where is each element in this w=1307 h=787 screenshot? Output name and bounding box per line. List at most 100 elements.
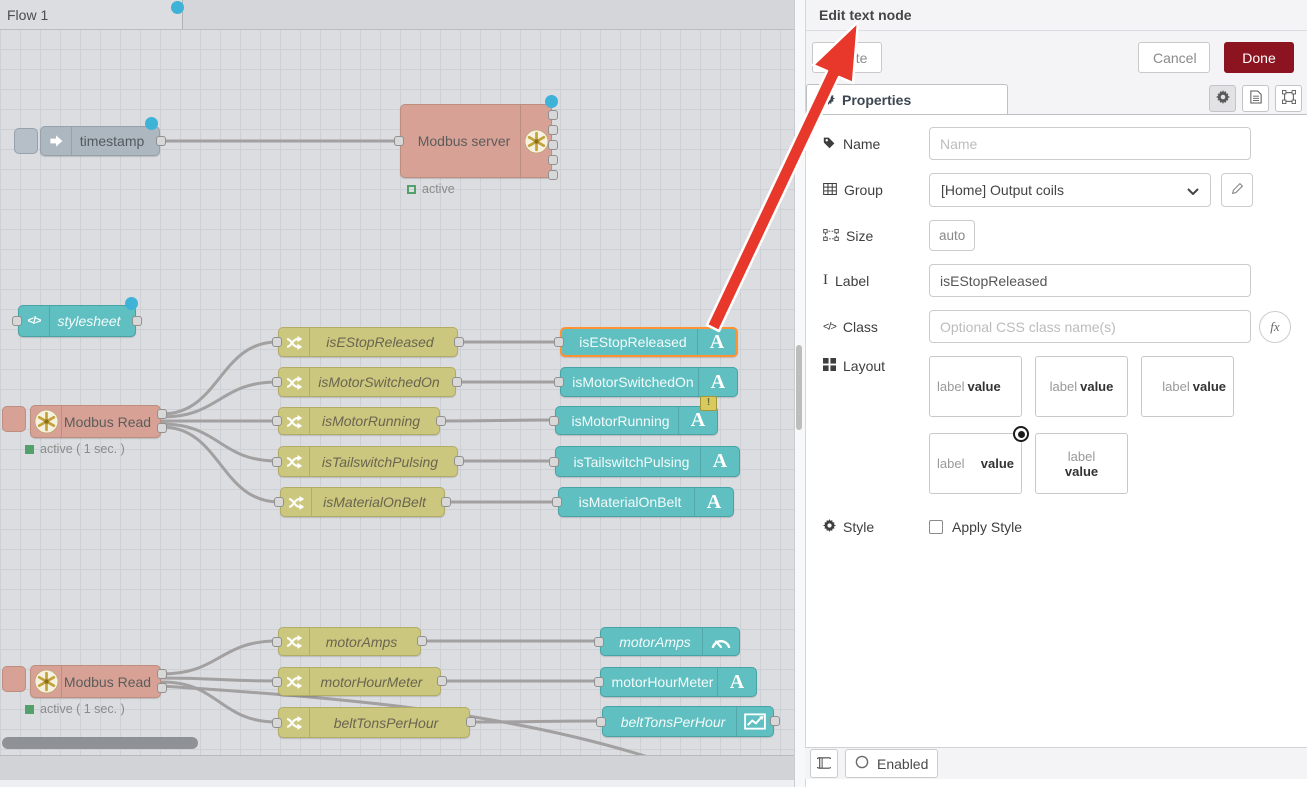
output-port[interactable] bbox=[548, 110, 558, 120]
node-stylesheet[interactable]: </>stylesheet bbox=[18, 305, 136, 337]
properties-view-button[interactable] bbox=[1209, 85, 1236, 112]
input-port[interactable] bbox=[596, 717, 606, 727]
layout-selected-radio[interactable] bbox=[1013, 426, 1029, 442]
output-port[interactable] bbox=[454, 337, 464, 347]
node-ch-motorHourMeter[interactable]: motorHourMeter bbox=[278, 667, 441, 696]
appearance-button[interactable] bbox=[1275, 85, 1302, 112]
node-txt-isMotorRunning[interactable]: AisMotorRunning bbox=[555, 406, 718, 435]
node-ch-isMotorSwitchedOn[interactable]: isMotorSwitchedOn bbox=[278, 367, 456, 397]
output-port[interactable] bbox=[436, 416, 446, 426]
description-button[interactable] bbox=[1242, 85, 1269, 112]
input-port[interactable] bbox=[554, 377, 564, 387]
wire[interactable] bbox=[162, 641, 277, 674]
done-button[interactable]: Done bbox=[1224, 42, 1294, 73]
input-port[interactable] bbox=[274, 497, 284, 507]
input-port[interactable] bbox=[594, 637, 604, 647]
tab-flow-1[interactable]: Flow 1 bbox=[0, 0, 183, 29]
node-txt-beltTonsPerHour[interactable]: beltTonsPerHour bbox=[602, 706, 774, 737]
size-button[interactable]: auto bbox=[929, 220, 975, 251]
output-port[interactable] bbox=[157, 409, 167, 419]
delete-button[interactable]: Delete bbox=[812, 42, 882, 73]
input-port[interactable] bbox=[272, 337, 282, 347]
wire[interactable] bbox=[441, 420, 554, 421]
docs-button[interactable] bbox=[810, 749, 838, 778]
output-port[interactable] bbox=[157, 423, 167, 433]
node-ch-isEStopReleased[interactable]: isEStopReleased bbox=[278, 327, 458, 357]
node-modbus-read-2[interactable]: Modbus Read bbox=[30, 665, 161, 698]
input-port[interactable] bbox=[554, 337, 564, 347]
input-port[interactable] bbox=[552, 497, 562, 507]
node-stub[interactable] bbox=[2, 666, 26, 692]
node-ch-isTailswitchPulsing[interactable]: isTailswitchPulsing bbox=[278, 446, 458, 477]
expression-button[interactable]: fx bbox=[1259, 311, 1291, 343]
input-port[interactable] bbox=[272, 416, 282, 426]
output-port[interactable] bbox=[441, 497, 451, 507]
output-port[interactable] bbox=[454, 456, 464, 466]
output-port[interactable] bbox=[452, 377, 462, 387]
input-port[interactable] bbox=[272, 637, 282, 647]
node-ch-beltTonsPerHour[interactable]: beltTonsPerHour bbox=[278, 707, 470, 738]
node-txt-isMaterialOnBelt[interactable]: AisMaterialOnBelt bbox=[558, 487, 734, 517]
node-label: motorAmps bbox=[607, 628, 703, 655]
flow-canvas[interactable]: timestamp Modbus server </>stylesheet Modbu… bbox=[0, 0, 794, 755]
wire[interactable] bbox=[162, 342, 277, 414]
horizontal-scrollbar[interactable] bbox=[2, 737, 198, 749]
input-port[interactable] bbox=[594, 677, 604, 687]
output-port[interactable] bbox=[770, 716, 780, 726]
output-port[interactable] bbox=[157, 683, 167, 693]
output-port[interactable] bbox=[548, 140, 558, 150]
star-icon bbox=[31, 666, 62, 697]
node-txt-isEStopReleased[interactable]: AisEStopReleased bbox=[560, 327, 738, 357]
input-port[interactable] bbox=[549, 457, 559, 467]
output-port[interactable] bbox=[156, 136, 166, 146]
enabled-toggle-button[interactable]: Enabled bbox=[845, 749, 938, 778]
name-input[interactable] bbox=[929, 127, 1251, 160]
apply-style-checkbox[interactable] bbox=[929, 520, 943, 534]
shuffle-icon bbox=[279, 628, 310, 655]
node-timestamp[interactable]: timestamp bbox=[40, 126, 160, 156]
node-modbus-server[interactable]: Modbus server bbox=[400, 104, 552, 178]
layout-option-row-left[interactable]: labelvalue bbox=[929, 356, 1022, 417]
node-txt-motorAmps[interactable]: motorAmps bbox=[600, 627, 740, 656]
input-port[interactable] bbox=[272, 457, 282, 467]
vertical-scrollbar[interactable] bbox=[796, 345, 802, 430]
node-modbus-read-1[interactable]: Modbus Read bbox=[30, 405, 161, 438]
edit-group-button[interactable] bbox=[1221, 173, 1253, 207]
group-select[interactable]: [Home] Output coils bbox=[929, 173, 1211, 207]
input-port[interactable] bbox=[272, 677, 282, 687]
inject-button[interactable] bbox=[14, 128, 38, 154]
class-input[interactable] bbox=[929, 310, 1251, 343]
cancel-button[interactable]: Cancel bbox=[1138, 42, 1210, 73]
layout-option-row-center[interactable]: labelvalue bbox=[1035, 356, 1128, 417]
output-port[interactable] bbox=[157, 669, 167, 679]
input-port[interactable] bbox=[272, 377, 282, 387]
layout-option-row-spread[interactable]: labelvalue bbox=[929, 433, 1022, 494]
node-ch-isMaterialOnBelt[interactable]: isMaterialOnBelt bbox=[280, 487, 445, 517]
label-input[interactable] bbox=[929, 264, 1251, 297]
input-port[interactable] bbox=[549, 416, 559, 426]
input-port[interactable] bbox=[272, 718, 282, 728]
layout-option-row-right[interactable]: labelvalue bbox=[1141, 356, 1234, 417]
node-stub[interactable] bbox=[2, 406, 26, 432]
wire[interactable] bbox=[162, 427, 279, 502]
node-label: motorAmps bbox=[309, 628, 414, 655]
tab-properties[interactable]: Properties bbox=[806, 84, 1008, 114]
document-icon bbox=[1250, 90, 1262, 107]
node-txt-isMotorSwitchedOn[interactable]: AisMotorSwitchedOn bbox=[560, 367, 738, 397]
input-port[interactable] bbox=[394, 136, 404, 146]
node-txt-motorHourMeter[interactable]: AmotorHourMeter bbox=[600, 667, 757, 697]
output-port[interactable] bbox=[466, 717, 476, 727]
wire[interactable] bbox=[471, 721, 601, 722]
output-port[interactable] bbox=[548, 125, 558, 135]
node-ch-isMotorRunning[interactable]: isMotorRunning bbox=[278, 407, 440, 435]
node-txt-isTailswitchPulsing[interactable]: AisTailswitchPulsing bbox=[555, 446, 740, 477]
wire[interactable] bbox=[162, 678, 277, 681]
output-port[interactable] bbox=[417, 636, 427, 646]
layout-option-column[interactable]: labelvalue bbox=[1035, 433, 1128, 494]
output-port[interactable] bbox=[437, 676, 447, 686]
output-port[interactable] bbox=[548, 155, 558, 165]
node-ch-motorAmps[interactable]: motorAmps bbox=[278, 627, 421, 656]
input-port[interactable] bbox=[12, 316, 22, 326]
output-port[interactable] bbox=[132, 316, 142, 326]
output-port[interactable] bbox=[548, 170, 558, 180]
